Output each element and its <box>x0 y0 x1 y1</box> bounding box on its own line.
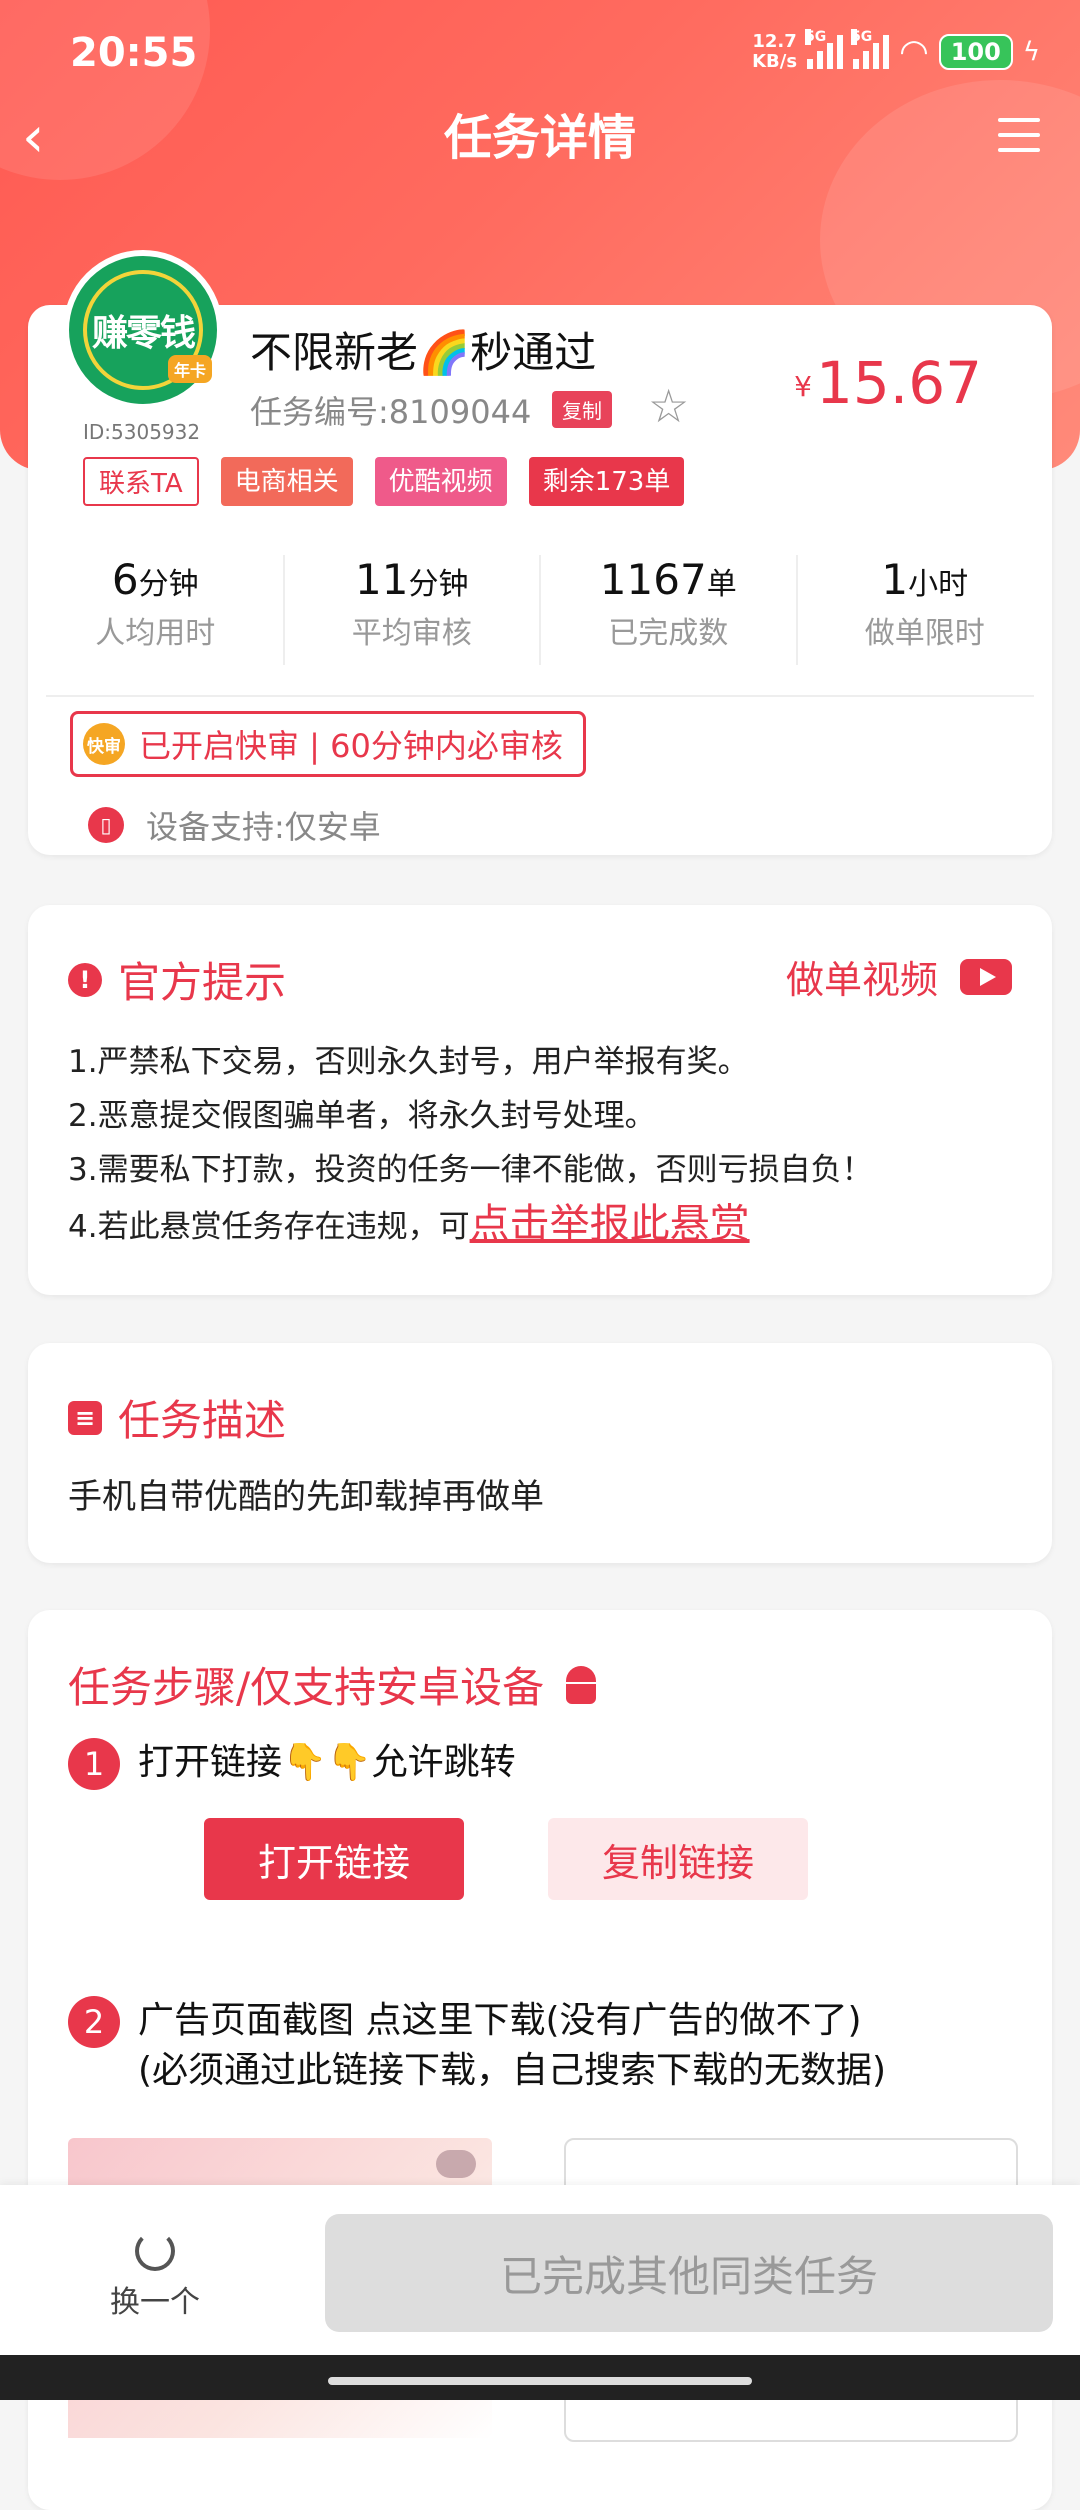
rule-item: 3.需要私下打款，投资的任务一律不能做，否则亏损自负！ <box>68 1152 873 1188</box>
swap-task-button[interactable]: 换一个 <box>110 2231 200 2321</box>
description-title: 任务描述 <box>118 1396 287 1445</box>
task-description-card: ≡ 任务描述 手机自带优酷的先卸载掉再做单 <box>28 1343 1052 1563</box>
step-text: 广告页面截图 点这里下载(没有广告的做不了) (必须通过此链接下载，自己搜索下载… <box>138 1996 886 2096</box>
copy-task-number-button[interactable]: 复制 <box>552 391 612 428</box>
bottom-action-bar: 换一个 已完成其他同类任务 <box>0 2185 1080 2355</box>
alert-icon: ! <box>68 962 102 997</box>
network-speed-unit: KB/s <box>752 51 798 72</box>
task-title: 不限新老🌈秒通过 <box>250 328 597 377</box>
tag-app: 优酷视频 <box>374 457 507 506</box>
report-link[interactable]: 点击举报此悬赏 <box>470 1201 750 1247</box>
device-support: ▯ 设备支持:仅安卓 <box>88 802 381 848</box>
task-video-link[interactable]: 做单视频 <box>786 949 1012 1004</box>
completed-similar-task-button[interactable]: 已完成其他同类任务 <box>325 2214 1053 2332</box>
description-header: ≡ 任务描述 <box>68 1387 286 1448</box>
minimize-icon <box>436 2150 476 2178</box>
steps-title: 任务步骤/仅支持安卓设备 <box>68 1663 545 1712</box>
stat-value: 6 <box>111 555 139 604</box>
stat-label: 做单限时 <box>864 616 985 651</box>
status-icons: 12.7 KB/s 5G 5G ◠ 100 ϟ <box>752 29 1040 72</box>
menu-icon[interactable] <box>998 118 1040 163</box>
star-icon[interactable]: ☆ <box>648 379 689 433</box>
copy-link-button[interactable]: 复制链接 <box>548 1818 808 1900</box>
stat-unit: 小时 <box>908 567 969 602</box>
task-number: 任务编号:8109044 <box>250 393 532 431</box>
price-symbol: ¥ <box>794 370 812 404</box>
fast-review-badge: 快审 已开启快审 | 60分钟内必审核 <box>70 711 586 777</box>
stat-unit: 单 <box>706 567 737 602</box>
crown-badge: 年卡 <box>168 355 213 383</box>
video-icon <box>960 958 1012 995</box>
rule-item: 1.严禁私下交易，否则永久封号，用户举报有奖。 <box>68 1044 749 1080</box>
task-video-label: 做单视频 <box>785 958 938 1002</box>
avatar[interactable]: 赚零钱 <box>63 250 223 410</box>
task-card: 赚零钱 年卡 ID:5305932 不限新老🌈秒通过 任务编号:8109044 … <box>28 250 1052 855</box>
stat-label: 平均审核 <box>351 616 472 651</box>
stat-unit: 分钟 <box>408 567 469 602</box>
steps-header: 任务步骤/仅支持安卓设备 <box>68 1654 600 1715</box>
step-1: 1 打开链接👇👇允许跳转 <box>68 1738 516 1790</box>
gesture-handle[interactable] <box>328 2377 752 2385</box>
network-speed: 12.7 KB/s <box>752 32 797 72</box>
notice-rules: 1.严禁私下交易，否则永久封号，用户举报有奖。 2.恶意提交假图骗单者，将永久封… <box>68 1035 873 1254</box>
signal-icon: 5G <box>851 29 890 69</box>
rule-text: 4.若此悬赏任务存在违规，可 <box>68 1209 470 1245</box>
nav-bar: ‹ 任务详情 <box>0 100 1080 180</box>
network-speed-value: 12.7 <box>752 31 797 52</box>
stat-avg-review: 11分钟 平均审核 <box>285 555 541 665</box>
system-navigation-bar <box>0 2355 1080 2400</box>
android-icon <box>562 1665 600 1704</box>
page-title: 任务详情 <box>443 110 636 166</box>
stat-label: 人均用时 <box>95 616 216 651</box>
price-value: 15.67 <box>815 349 982 417</box>
contact-button[interactable]: 联系TA <box>83 457 199 506</box>
tag-category: 电商相关 <box>220 457 353 506</box>
tag-remaining: 剩余173单 <box>528 457 685 506</box>
signal-label: 5G <box>851 29 873 45</box>
step-number: 2 <box>68 1996 120 2048</box>
official-notice-card: ! 官方提示 做单视频 1.严禁私下交易，否则永久封号，用户举报有奖。 2.恶意… <box>28 905 1052 1295</box>
refresh-icon <box>135 2231 175 2271</box>
status-bar: 20:55 12.7 KB/s 5G 5G ◠ 100 ϟ <box>0 0 1080 110</box>
step-text: 打开链接👇👇允许跳转 <box>138 1742 516 1783</box>
open-link-button[interactable]: 打开链接 <box>204 1818 464 1900</box>
wifi-icon: ◠ <box>899 32 929 72</box>
stat-value: 1 <box>881 555 909 604</box>
document-icon: ≡ <box>68 1400 102 1435</box>
fast-review-text: 已开启快审 | 60分钟内必审核 <box>139 727 563 765</box>
charging-icon: ϟ <box>1022 37 1040 67</box>
rule-item: 2.恶意提交假图骗单者，将永久封号处理。 <box>68 1098 656 1134</box>
task-price: ¥15.67 <box>794 349 982 417</box>
rule-item: 4.若此悬赏任务存在违规，可点击举报此悬赏 <box>68 1197 873 1254</box>
description-text: 手机自带优酷的先卸载掉再做单 <box>68 1477 544 1517</box>
step-number: 1 <box>68 1738 120 1790</box>
step-2: 2 广告页面截图 点这里下载(没有广告的做不了) (必须通过此链接下载，自己搜索… <box>68 1996 886 2096</box>
user-id: ID:5305932 <box>83 420 201 444</box>
stat-value: 11 <box>355 555 409 604</box>
fast-review-icon: 快审 <box>83 723 125 765</box>
stat-unit: 分钟 <box>138 567 199 602</box>
battery-icon: 100 <box>938 34 1013 70</box>
notice-title: 官方提示 <box>118 958 287 1007</box>
task-tags: 联系TA 电商相关 优酷视频 剩余173单 <box>83 457 685 506</box>
device-support-text: 设备支持:仅安卓 <box>146 808 381 846</box>
stat-avg-time: 6分钟 人均用时 <box>28 555 285 665</box>
divider <box>46 695 1034 697</box>
signal-label: 5G <box>805 29 827 45</box>
stat-time-limit: 1小时 做单限时 <box>798 555 1053 665</box>
stat-label: 已完成数 <box>608 616 729 651</box>
step-text-line: 广告页面截图 点这里下载(没有广告的做不了) <box>138 2000 862 2041</box>
status-time: 20:55 <box>70 30 198 76</box>
signal-icon: 5G <box>805 29 844 69</box>
notice-header: ! 官方提示 <box>68 949 286 1010</box>
stat-completed: 1167单 已完成数 <box>541 555 798 665</box>
phone-icon: ▯ <box>88 807 124 843</box>
step-text-line: (必须通过此链接下载，自己搜索下载的无数据) <box>138 2050 887 2091</box>
task-stats: 6分钟 人均用时 11分钟 平均审核 1167单 已完成数 1小时 做单限时 <box>28 555 1052 665</box>
swap-task-label: 换一个 <box>110 2285 200 2320</box>
stat-value: 1167 <box>599 555 707 604</box>
